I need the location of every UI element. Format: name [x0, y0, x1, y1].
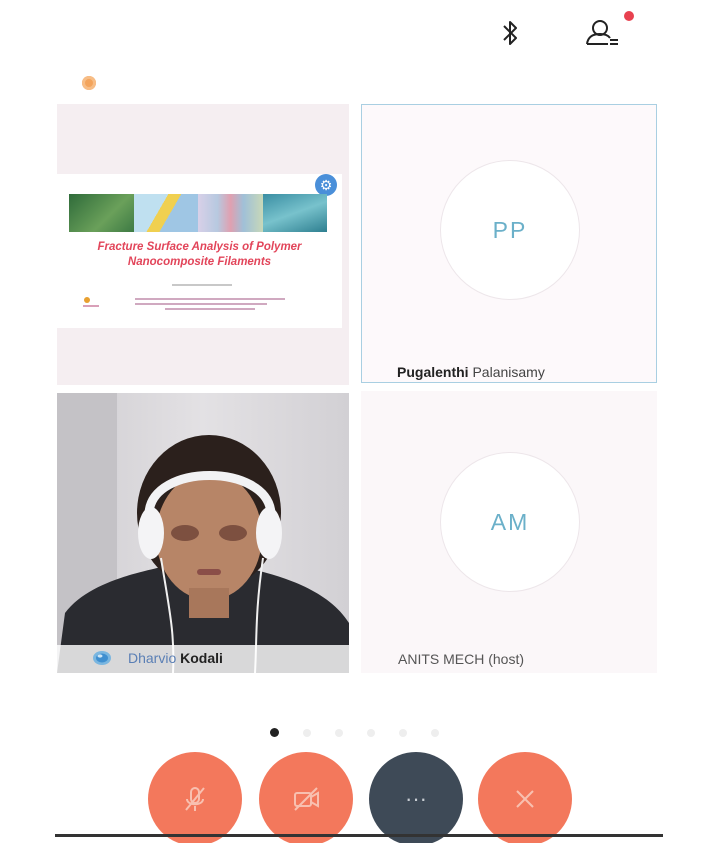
participant-name: Pugalenthi Palanisamy	[397, 364, 545, 380]
participant-last-name: Palanisamy	[472, 364, 545, 380]
notification-dot-icon	[624, 11, 634, 21]
participant-last-name: Kodali	[180, 650, 223, 666]
more-icon: ···	[405, 786, 427, 811]
page-indicator[interactable]	[270, 728, 439, 737]
slide-divider	[172, 284, 232, 286]
mute-button[interactable]	[148, 752, 242, 843]
speaking-indicator-icon	[93, 651, 111, 665]
page-dot[interactable]	[367, 728, 375, 737]
avatar: PP	[440, 160, 580, 300]
page-dot[interactable]	[303, 728, 311, 737]
participants-icon[interactable]	[582, 10, 636, 48]
shared-slide: ⚙ Fracture Surface Analysis of Polymer N…	[57, 174, 342, 328]
settings-gear-icon: ⚙	[315, 174, 337, 196]
video-toggle-button[interactable]	[259, 752, 353, 843]
video-off-icon	[294, 787, 319, 811]
page-dot[interactable]	[431, 728, 439, 737]
bluetooth-icon[interactable]	[496, 18, 524, 48]
close-icon	[516, 790, 534, 808]
participant-first-name: Dharvio	[128, 650, 177, 666]
more-options-button[interactable]: ···	[369, 752, 463, 843]
participant-video-feed	[57, 393, 349, 673]
mic-off-icon	[185, 787, 205, 811]
participant-first-name: Pugalenthi	[397, 364, 469, 380]
meeting-screen: ⚙ Fracture Surface Analysis of Polymer N…	[0, 0, 723, 843]
page-dot[interactable]	[335, 728, 343, 737]
slide-title: Fracture Surface Analysis of Polymer Nan…	[97, 241, 302, 268]
page-dot[interactable]	[270, 728, 279, 737]
participant-name: ANITS MECH (host)	[398, 651, 525, 667]
recording-indicator-icon	[82, 76, 96, 90]
end-call-button[interactable]	[478, 752, 572, 843]
home-indicator	[55, 834, 663, 837]
slide-images	[69, 194, 327, 232]
participant-name: Dharvio Kodali	[128, 650, 223, 666]
slide-logo-icon	[83, 297, 99, 307]
avatar: AM	[440, 452, 580, 592]
slide-author-lines	[135, 298, 285, 313]
page-dot[interactable]	[399, 728, 407, 737]
